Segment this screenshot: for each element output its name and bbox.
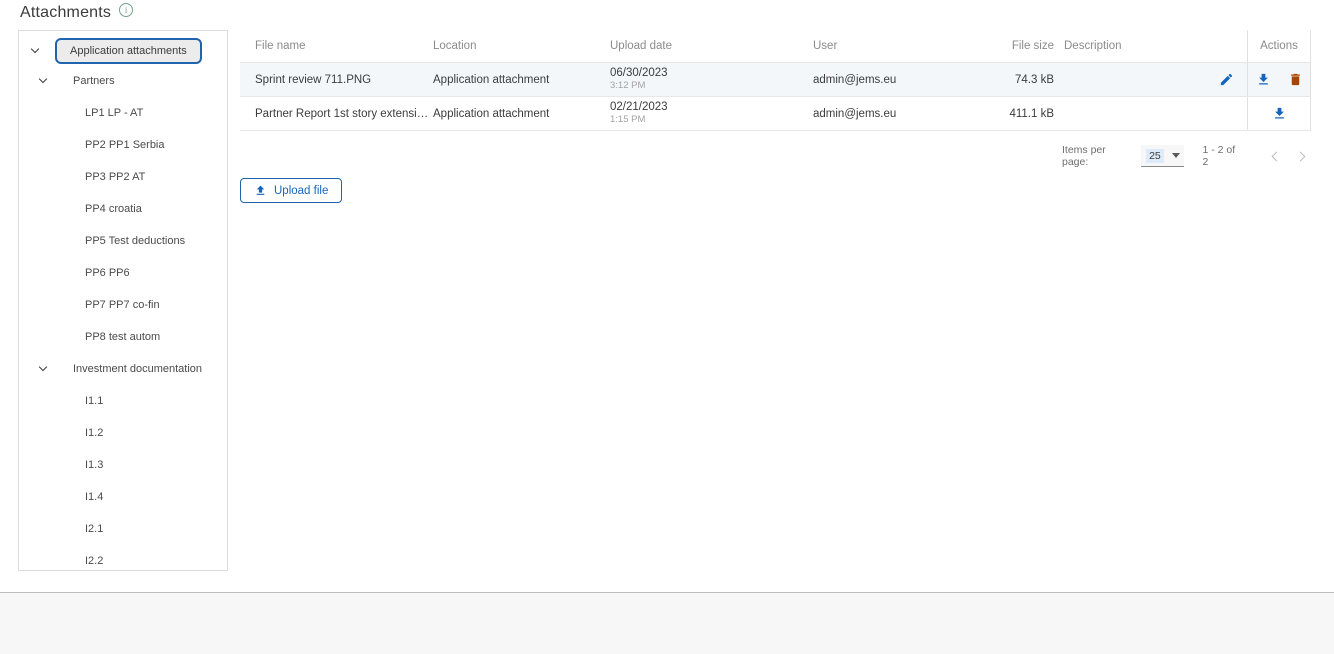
cell-location: Application attachment	[433, 108, 610, 120]
tree-node-label: I1.3	[85, 459, 103, 471]
chevron-left-icon[interactable]	[1265, 144, 1288, 168]
tree-node-label: PP5 Test deductions	[85, 235, 185, 247]
tree-node-i1-2[interactable]: I1.2	[19, 417, 227, 449]
cell-file-size: 74.3 kB	[1000, 74, 1060, 86]
tree-node-label: I2.1	[85, 523, 103, 535]
table-header-row: File name Location Upload date User File…	[240, 30, 1311, 63]
tree-node-label: LP1 LP - AT	[85, 107, 143, 119]
tree-node-label: PP7 PP7 co-fin	[85, 299, 160, 311]
tree-node-i1-1[interactable]: I1.1	[19, 385, 227, 417]
cell-user: admin@jems.eu	[813, 108, 1000, 120]
tree-node-label: I1.2	[85, 427, 103, 439]
tree-node-pp8[interactable]: PP8 test autom	[19, 321, 227, 353]
tree-node-label: I2.2	[85, 555, 103, 567]
header-user: User	[813, 40, 1000, 52]
header-location: Location	[433, 40, 610, 52]
tree-node-partners[interactable]: Partners	[19, 65, 227, 97]
upload-file-label: Upload file	[274, 185, 328, 197]
attachments-tree-panel: Application attachments Partners LP1 LP …	[18, 30, 228, 571]
tree-node-label: PP8 test autom	[85, 331, 160, 343]
cell-actions	[1247, 63, 1311, 96]
chevron-down-icon[interactable]	[39, 363, 47, 371]
tree-node-label: PP6 PP6	[85, 267, 130, 279]
tree-node-i2-1[interactable]: I2.1	[19, 513, 227, 545]
upload-icon	[254, 184, 267, 197]
tree-node-label: Partners	[73, 75, 115, 87]
page-size-value: 25	[1146, 149, 1164, 163]
footer-area	[0, 593, 1334, 654]
tree-node-pp5[interactable]: PP5 Test deductions	[19, 225, 227, 257]
upload-date: 02/21/2023	[610, 101, 813, 114]
cell-file-name: Sprint review 711.PNG	[240, 74, 433, 86]
download-icon[interactable]	[1254, 71, 1272, 89]
cell-actions	[1247, 97, 1311, 130]
tree-node-application-attachments[interactable]: Application attachments	[19, 37, 227, 65]
upload-date: 06/30/2023	[610, 67, 813, 80]
page-title: Attachments	[20, 4, 111, 22]
tree-node-i2-2[interactable]: I2.2	[19, 545, 227, 577]
tree-node-label: Investment documentation	[73, 363, 202, 375]
chevron-down-icon[interactable]	[39, 75, 47, 83]
cell-file-name: Partner Report 1st story extension – Sp.…	[240, 108, 433, 120]
upload-time: 3:12 PM	[610, 81, 813, 91]
cell-file-size: 411.1 kB	[1000, 108, 1060, 120]
upload-file-button[interactable]: Upload file	[240, 178, 342, 203]
chevron-down-icon[interactable]	[31, 45, 39, 53]
download-icon[interactable]	[1270, 105, 1288, 123]
trash-icon[interactable]	[1286, 71, 1304, 89]
chevron-right-icon[interactable]	[1289, 144, 1312, 168]
header-upload-date: Upload date	[610, 40, 813, 52]
upload-time: 1:15 PM	[610, 115, 813, 125]
pencil-icon[interactable]	[1217, 71, 1235, 89]
tree-node-label: I1.4	[85, 491, 103, 503]
cell-location: Application attachment	[433, 74, 610, 86]
page-range-label: 1 - 2 of 2	[1202, 144, 1243, 168]
tree-node-pp6[interactable]: PP6 PP6	[19, 257, 227, 289]
tree-node-label: PP4 croatia	[85, 203, 142, 215]
cell-user: admin@jems.eu	[813, 74, 1000, 86]
header-actions: Actions	[1247, 30, 1311, 62]
tree-node-label: I1.1	[85, 395, 103, 407]
header-file-name: File name	[240, 40, 433, 52]
tree-node-i1-3[interactable]: I1.3	[19, 449, 227, 481]
tree-node-label: PP2 PP1 Serbia	[85, 139, 165, 151]
attachments-table: File name Location Upload date User File…	[240, 30, 1311, 131]
tree-node-pp2[interactable]: PP2 PP1 Serbia	[19, 129, 227, 161]
page-header: Attachments i	[20, 4, 133, 22]
page-size-select[interactable]: 25	[1141, 145, 1184, 167]
cell-upload-date: 02/21/2023 1:15 PM	[610, 101, 813, 125]
table-paginator: Items per page: 25 1 - 2 of 2	[1062, 142, 1312, 170]
table-row: Sprint review 711.PNG Application attach…	[240, 63, 1311, 97]
header-file-size: File size	[1000, 40, 1060, 52]
tree-node-pp3[interactable]: PP3 PP2 AT	[19, 161, 227, 193]
tree-node-lp1[interactable]: LP1 LP - AT	[19, 97, 227, 129]
tree-node-pp7[interactable]: PP7 PP7 co-fin	[19, 289, 227, 321]
tree-node-i1-4[interactable]: I1.4	[19, 481, 227, 513]
tree-node-pp4[interactable]: PP4 croatia	[19, 193, 227, 225]
cell-description	[1060, 71, 1247, 89]
cell-upload-date: 06/30/2023 3:12 PM	[610, 67, 813, 91]
header-description: Description	[1060, 40, 1247, 52]
caret-down-icon	[1172, 153, 1180, 158]
info-icon[interactable]: i	[119, 3, 133, 17]
table-row: Partner Report 1st story extension – Sp.…	[240, 97, 1311, 131]
tree-node-application-attachments-button[interactable]: Application attachments	[55, 38, 202, 64]
tree-node-label: PP3 PP2 AT	[85, 171, 145, 183]
items-per-page-label: Items per page:	[1062, 144, 1133, 168]
tree-node-investment-documentation[interactable]: Investment documentation	[19, 353, 227, 385]
